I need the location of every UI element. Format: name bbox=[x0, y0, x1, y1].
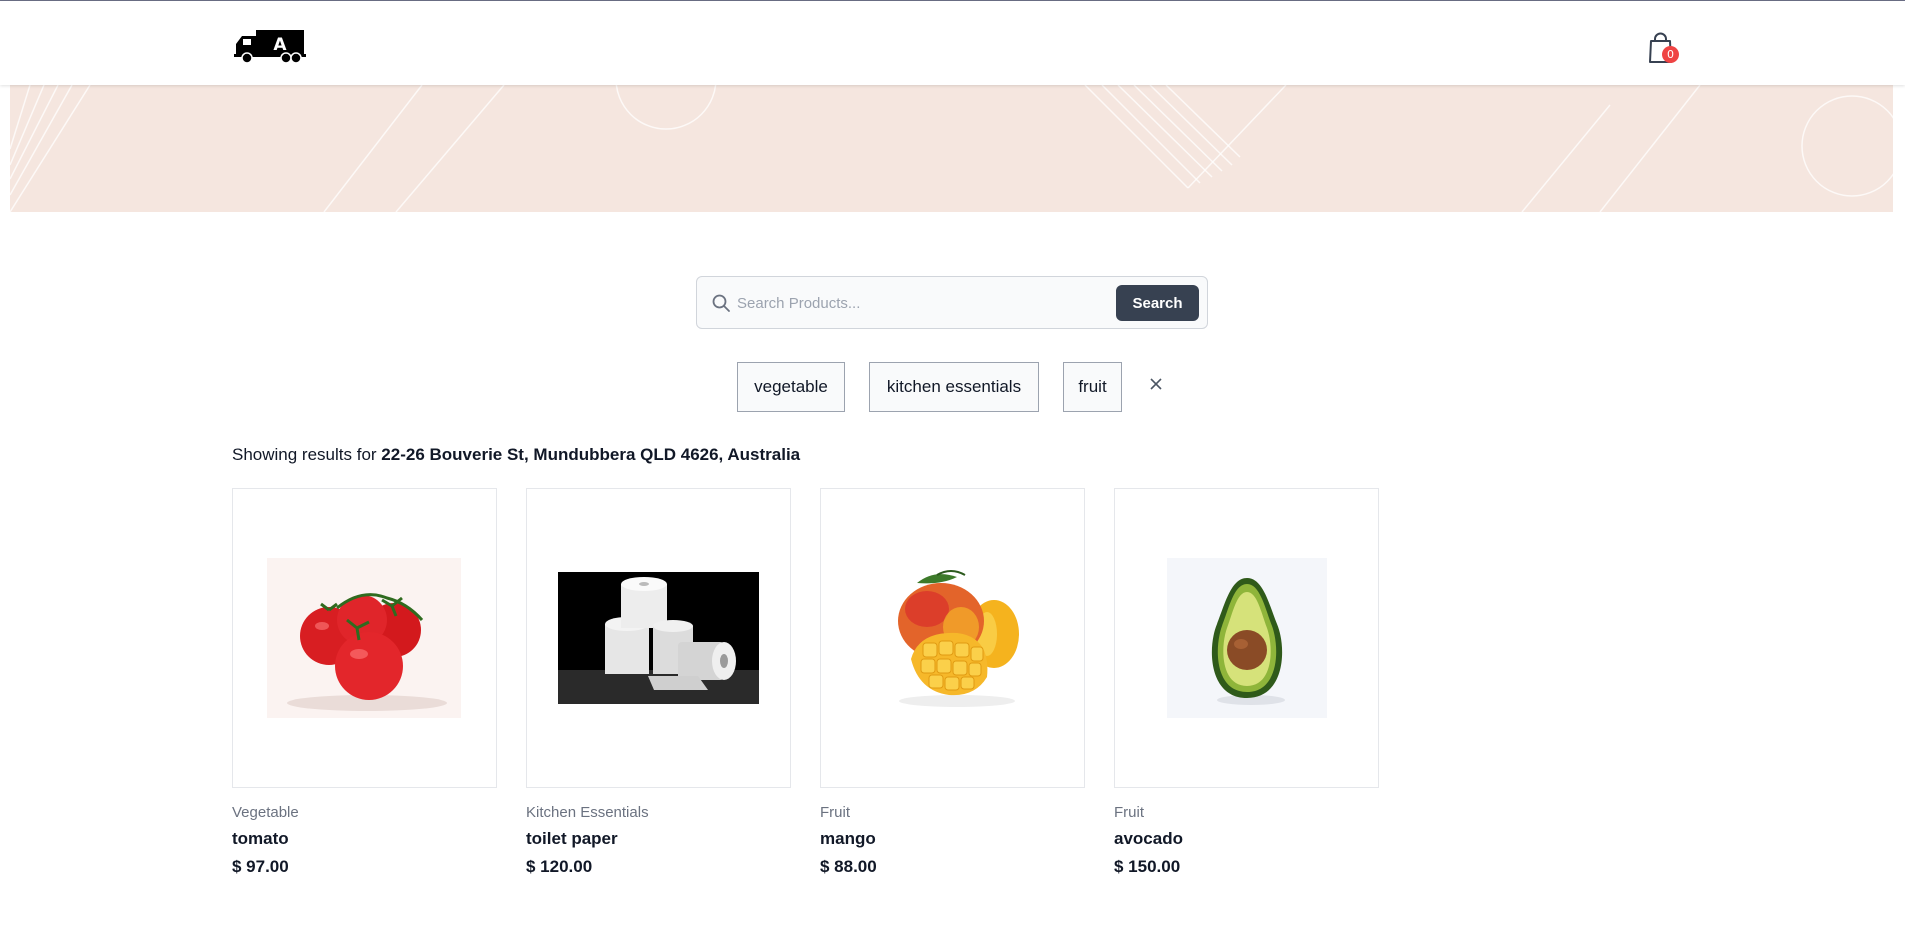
tomato-image bbox=[267, 558, 461, 718]
product-price: $ 88.00 bbox=[820, 857, 877, 876]
product-category: Vegetable bbox=[232, 804, 299, 821]
toilet-paper-image bbox=[558, 572, 759, 704]
filter-tag-kitchen-essentials[interactable]: kitchen essentials bbox=[869, 362, 1039, 412]
filter-tag-vegetable[interactable]: vegetable bbox=[737, 362, 845, 412]
hero-banner bbox=[10, 85, 1893, 212]
clear-filters-close-icon[interactable] bbox=[1148, 376, 1164, 392]
product-category: Fruit bbox=[1114, 804, 1144, 821]
product-price: $ 150.00 bbox=[1114, 857, 1181, 876]
product-name[interactable]: mango bbox=[820, 829, 876, 849]
product-search-bar: Search bbox=[696, 276, 1208, 329]
product-card-mango[interactable] bbox=[820, 488, 1085, 788]
search-button[interactable]: Search bbox=[1116, 285, 1199, 321]
product-name[interactable]: avocado bbox=[1114, 829, 1183, 849]
product-price: $ 97.00 bbox=[232, 857, 289, 876]
product-price: $ 120.00 bbox=[526, 857, 593, 876]
product-card-toilet-paper[interactable] bbox=[526, 488, 791, 788]
product-category: Kitchen Essentials bbox=[526, 804, 649, 821]
results-prefix: Showing results for bbox=[232, 445, 382, 464]
cart-count-badge: 0 bbox=[1662, 46, 1679, 63]
svg-text:A: A bbox=[273, 35, 287, 55]
results-location: 22-26 Bouverie St, Mundubbera QLD 4626, … bbox=[381, 445, 801, 464]
site-header: A 0 bbox=[0, 1, 1905, 85]
product-name[interactable]: toilet paper bbox=[526, 829, 618, 849]
logo-truck-icon[interactable]: A bbox=[234, 28, 306, 64]
avocado-image bbox=[1167, 558, 1327, 718]
product-category: Fruit bbox=[820, 804, 850, 821]
search-input[interactable] bbox=[737, 287, 1077, 319]
product-name[interactable]: tomato bbox=[232, 829, 289, 849]
mango-image bbox=[879, 569, 1029, 709]
filter-tag-fruit[interactable]: fruit bbox=[1063, 362, 1122, 412]
search-icon bbox=[711, 293, 731, 313]
results-summary: Showing results for 22-26 Bouverie St, M… bbox=[232, 445, 800, 465]
product-card-tomato[interactable] bbox=[232, 488, 497, 788]
product-card-avocado[interactable] bbox=[1114, 488, 1379, 788]
